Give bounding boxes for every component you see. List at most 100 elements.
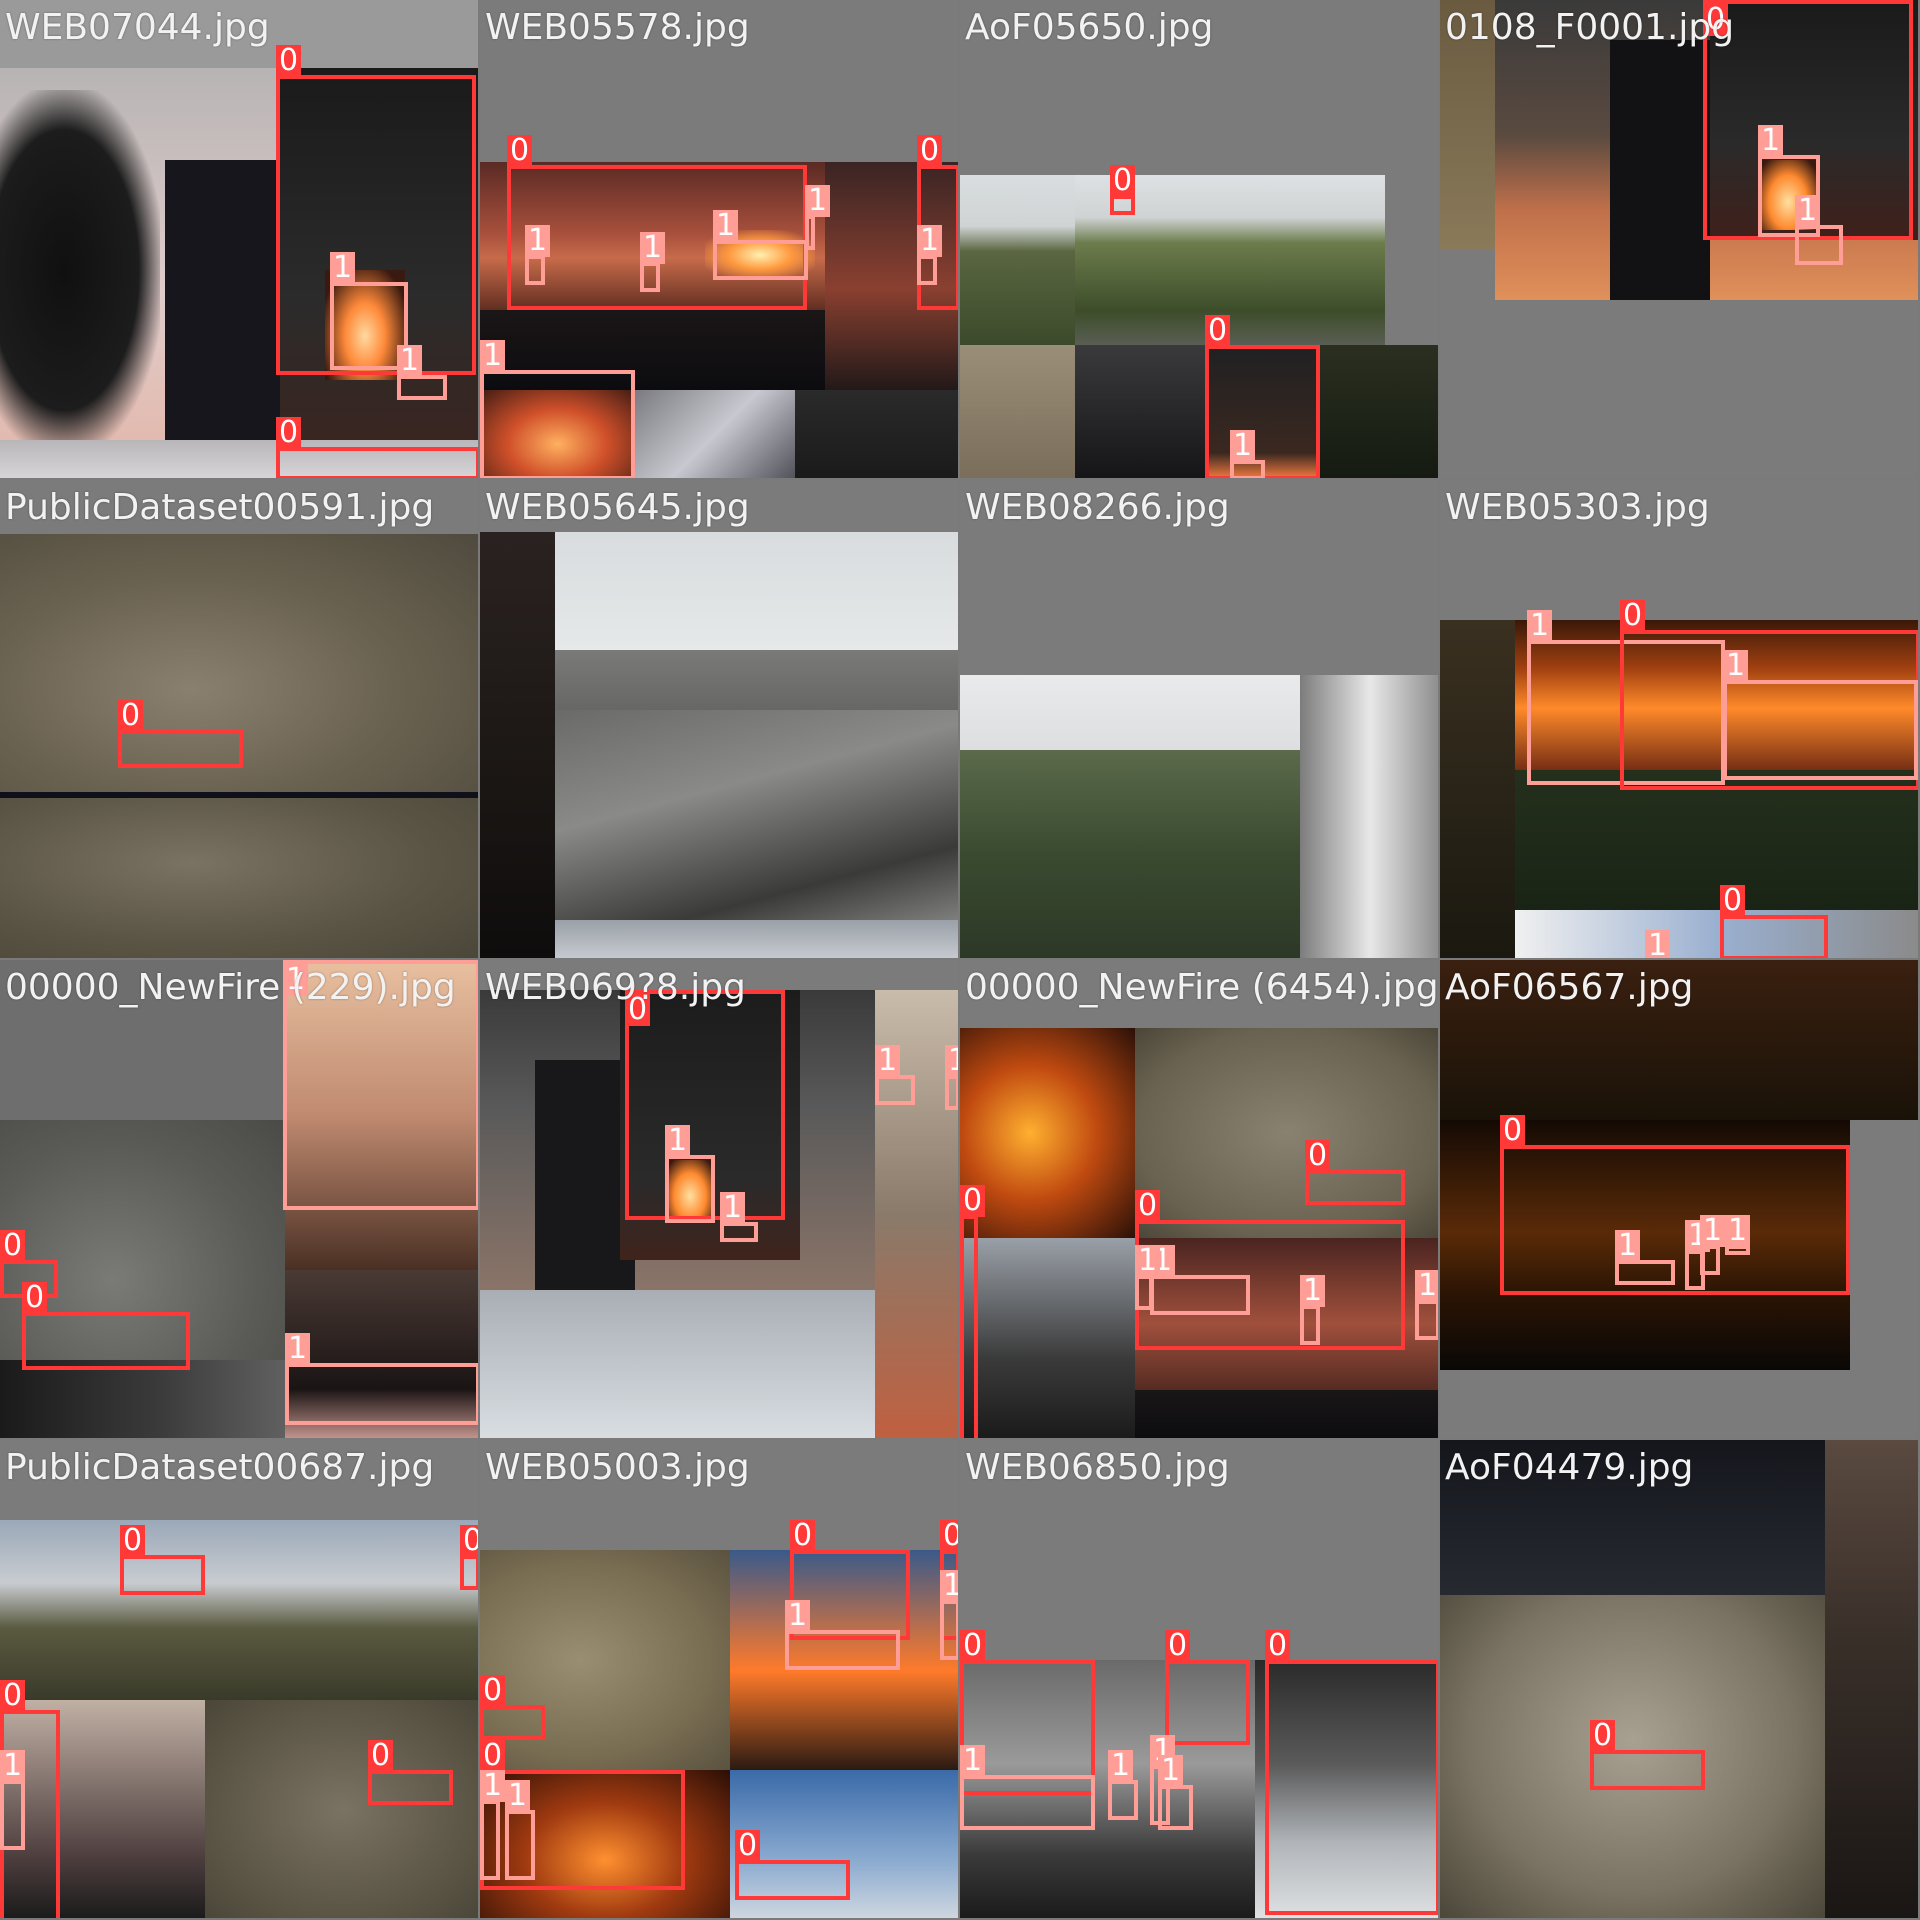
photo-region [0, 798, 478, 958]
photo-region [960, 750, 1300, 958]
detection-box-class-1: 1 [1150, 1245, 1250, 1315]
photo-region [1515, 910, 1918, 958]
tile-filename: WEB069?8.jpg [485, 967, 746, 1008]
tile-filename: 00000_NewFire (229).jpg [5, 967, 456, 1008]
detection-box-class-1: 1 [1700, 1215, 1726, 1275]
detection-class-label: 0 [735, 1830, 761, 1862]
photo-region [1300, 675, 1438, 958]
detection-class-label: 1 [1700, 1215, 1726, 1247]
detection-class-label: 0 [1135, 1190, 1161, 1222]
detection-box-class-1: 1 [1615, 1230, 1675, 1285]
detection-class-label: 0 [790, 1520, 816, 1552]
photo-region [1610, 40, 1710, 300]
detection-class-label: 1 [665, 1125, 691, 1157]
detection-box-class-1: 1 [785, 1600, 900, 1670]
detection-class-label: 0 [1500, 1115, 1526, 1147]
photo-region [1515, 770, 1918, 910]
tile-filename: WEB05003.jpg [485, 1447, 750, 1488]
tile-filename: WEB05645.jpg [485, 487, 750, 528]
detection-box-class-0: 0 [120, 1525, 205, 1595]
detection-box-class-1: 1 [917, 225, 943, 285]
tile-filename: AoF06567.jpg [1445, 967, 1694, 1008]
detection-class-label: 0 [507, 135, 533, 167]
detection-box-class-1: 1 [720, 1192, 758, 1242]
detection-class-label: 1 [720, 1192, 746, 1224]
detection-box-class-1: 1 [875, 1045, 915, 1105]
photo-region [1320, 345, 1438, 478]
mosaic-tile: 0 1 1 1 1 AoF06567.jpg [1440, 960, 1918, 1438]
mosaic-tile: 1 0 0 1 00000_NewFire (229).jpg [0, 960, 478, 1438]
detection-class-label: 1 [1723, 650, 1749, 682]
detection-class-label: 0 [0, 1230, 26, 1262]
detection-class-label: 0 [1590, 1720, 1616, 1752]
photo-region [795, 390, 958, 478]
photo-region [960, 175, 1075, 345]
detection-box-class-1: 1 [1415, 1270, 1438, 1340]
detection-box-class-0: 0 [1500, 1115, 1850, 1295]
detection-class-label: 0 [1305, 1140, 1331, 1172]
detection-class-label: 1 [1415, 1270, 1438, 1302]
detection-class-label: 1 [525, 225, 551, 257]
photo-region [165, 160, 285, 460]
photo-region [555, 920, 958, 958]
detection-box-class-1: 1 [1108, 1750, 1138, 1820]
tile-filename: 00000_NewFire (6454).jpg [965, 967, 1438, 1008]
detection-class-label: 1 [1758, 125, 1784, 157]
photo-region [0, 1520, 478, 1700]
detection-box-class-1: 1 [640, 232, 666, 292]
detection-class-label: 1 [480, 1770, 506, 1802]
photo-region [1850, 1120, 1918, 1438]
tile-filename: WEB05303.jpg [1445, 487, 1710, 528]
tile-filename: WEB05578.jpg [485, 7, 750, 48]
tile-filename: AoF04479.jpg [1445, 1447, 1694, 1488]
detection-class-label: 1 [0, 1750, 26, 1782]
detection-class-label: 1 [1645, 930, 1671, 958]
detection-class-label: 0 [1205, 315, 1231, 347]
photo-region [635, 390, 795, 478]
photo-region [555, 710, 958, 950]
detection-class-label: 1 [1615, 1230, 1641, 1262]
detection-box-class-1: 1 [1725, 1215, 1751, 1255]
detection-box-class-1: 1 [480, 1770, 506, 1880]
detection-box-class-1: 1 [665, 1125, 715, 1223]
mosaic-tile: 0 0 1 1 1 1 1 1 WEB05578.jpg [480, 0, 958, 478]
mosaic-tile: 0 PublicDataset00591.jpg [0, 480, 478, 958]
detection-box-class-0: 0 [1305, 1140, 1405, 1205]
mosaic-tile: 0 0 0 1 1 0 1 1 0 WEB05003.jpg [480, 1440, 958, 1918]
detection-box-class-0: 0 [276, 417, 478, 478]
detection-box-class-0: 0 [368, 1740, 453, 1805]
detection-class-label: 1 [805, 185, 831, 217]
detection-class-label: 0 [1620, 600, 1646, 632]
detection-class-label: 0 [276, 417, 302, 449]
detection-class-label: 1 [1230, 430, 1256, 462]
detection-box-class-1: 1 [505, 1780, 535, 1880]
photo-region [0, 1360, 285, 1438]
detection-class-label: 0 [118, 700, 144, 732]
detection-box-class-1: 1 [960, 1745, 1095, 1830]
photo-region [1440, 620, 1515, 958]
photo-region [1135, 1390, 1438, 1438]
detection-class-label: 1 [1108, 1750, 1134, 1782]
detection-box-class-1: 1 [713, 210, 808, 280]
detection-class-label: 1 [917, 225, 943, 257]
detection-class-label: 1 [713, 210, 739, 242]
detection-class-label: 0 [940, 1520, 958, 1552]
mosaic-tile: 0 1 1 0 WEB07044.jpg [0, 0, 478, 478]
photo-region [960, 345, 1075, 478]
detection-class-label: 0 [960, 1630, 986, 1662]
detection-box-class-1: 1 [1135, 1245, 1161, 1310]
detection-class-label: 1 [640, 232, 666, 264]
detection-class-label: 0 [276, 45, 302, 77]
detection-class-label: 0 [0, 1680, 26, 1712]
photo-region [480, 1290, 875, 1438]
detection-class-label: 0 [120, 1525, 146, 1557]
detection-box-class-1: 1 [1158, 1755, 1193, 1830]
tile-filename: AoF05650.jpg [965, 7, 1214, 48]
detection-box-class-1: 1 [480, 340, 635, 478]
detection-class-label: 1 [480, 340, 506, 372]
tile-filename: 0108_F0001.jpg [1445, 7, 1735, 48]
photo-region [960, 1028, 1135, 1238]
tile-filename: WEB08266.jpg [965, 487, 1230, 528]
detection-box-class-0: 0 [1205, 315, 1320, 478]
mosaic-tile: WEB08266.jpg [960, 480, 1438, 958]
